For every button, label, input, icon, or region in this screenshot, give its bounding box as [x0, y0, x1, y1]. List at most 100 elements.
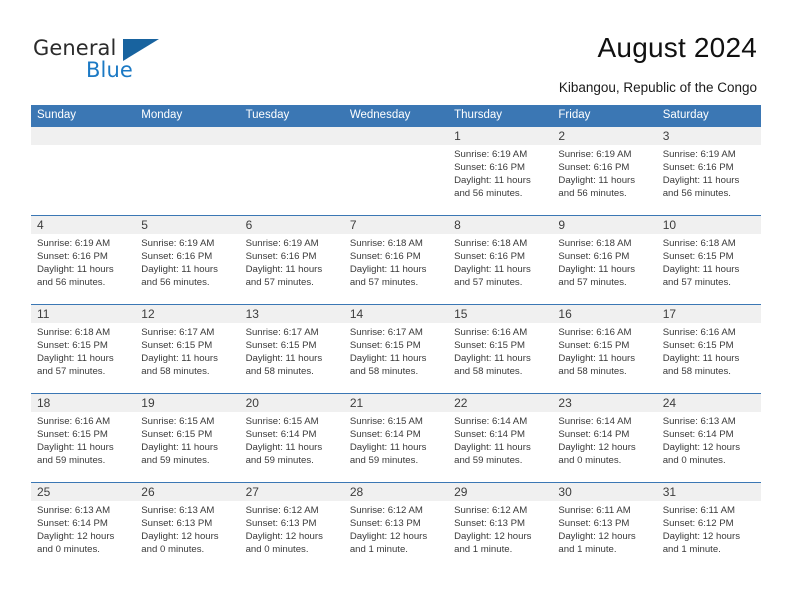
calendar-week-row: 11 Sunrise: 6:18 AM Sunset: 6:15 PM Dayl…	[31, 304, 761, 393]
day-number: 17	[662, 307, 677, 321]
calendar-day-cell[interactable]: 14 Sunrise: 6:17 AM Sunset: 6:15 PM Dayl…	[343, 305, 449, 393]
calendar-day-cell[interactable]: 24 Sunrise: 6:13 AM Sunset: 6:14 PM Dayl…	[656, 394, 761, 482]
daylight-text-line1: Daylight: 11 hours	[349, 353, 427, 365]
day-number: 12	[141, 307, 155, 321]
daylight-text-line2: and 58 minutes.	[454, 366, 523, 378]
calendar-table: Sunday Monday Tuesday Wednesday Thursday…	[31, 105, 761, 571]
calendar-day-cell[interactable]	[343, 127, 449, 215]
daylight-text-line1: Daylight: 11 hours	[558, 264, 636, 276]
daylight-text-line2: and 0 minutes.	[141, 544, 205, 556]
sunset-text: Sunset: 6:16 PM	[662, 162, 734, 174]
calendar-day-cell[interactable]: 1 Sunrise: 6:19 AM Sunset: 6:16 PM Dayli…	[448, 127, 553, 215]
weekday-header-friday: Friday	[558, 109, 591, 121]
calendar-day-cell[interactable]: 21 Sunrise: 6:15 AM Sunset: 6:14 PM Dayl…	[343, 394, 449, 482]
daylight-text-line1: Daylight: 12 hours	[454, 531, 532, 543]
calendar-day-cell[interactable]: 2 Sunrise: 6:19 AM Sunset: 6:16 PM Dayli…	[552, 127, 657, 215]
calendar-day-cell[interactable]: 30 Sunrise: 6:11 AM Sunset: 6:13 PM Dayl…	[552, 483, 657, 571]
daylight-text-line2: and 0 minutes.	[37, 544, 100, 556]
day-number: 14	[349, 307, 364, 321]
daylight-text-line1: Daylight: 11 hours	[454, 353, 531, 365]
sunset-text: Sunset: 6:16 PM	[245, 251, 317, 263]
page-title: August 2024	[597, 32, 757, 63]
daylight-text-line2: and 57 minutes.	[37, 366, 106, 378]
daylight-text-line1: Daylight: 11 hours	[662, 175, 740, 187]
sunset-text: Sunset: 6:15 PM	[141, 429, 213, 441]
daylight-text-line1: Daylight: 12 hours	[558, 442, 636, 454]
page-header: General Blue August 2024 Kibangou, Repub…	[0, 0, 792, 100]
calendar-day-cell[interactable]	[135, 127, 240, 215]
day-number: 11	[37, 307, 50, 321]
daylight-text-line1: Daylight: 12 hours	[245, 531, 323, 543]
day-number: 3	[662, 129, 670, 143]
calendar-day-cell[interactable]: 3 Sunrise: 6:19 AM Sunset: 6:16 PM Dayli…	[656, 127, 761, 215]
daylight-text-line2: and 59 minutes.	[245, 455, 314, 467]
calendar-day-cell[interactable]: 6 Sunrise: 6:19 AM Sunset: 6:16 PM Dayli…	[239, 216, 344, 304]
daylight-text-line1: Daylight: 11 hours	[349, 442, 427, 454]
calendar-day-cell[interactable]: 9 Sunrise: 6:18 AM Sunset: 6:16 PM Dayli…	[552, 216, 657, 304]
day-number: 16	[558, 307, 572, 321]
daylight-text-line2: and 1 minute.	[454, 544, 513, 556]
calendar-day-cell[interactable]: 26 Sunrise: 6:13 AM Sunset: 6:13 PM Dayl…	[135, 483, 240, 571]
day-number: 20	[245, 396, 259, 410]
daylight-text-line2: and 0 minutes.	[558, 455, 622, 467]
day-number: 28	[349, 485, 364, 499]
calendar-day-cell[interactable]: 18 Sunrise: 6:16 AM Sunset: 6:15 PM Dayl…	[31, 394, 136, 482]
sunrise-text: Sunrise: 6:19 AM	[141, 238, 215, 249]
daylight-text-line1: Daylight: 11 hours	[662, 264, 740, 276]
sunset-text: Sunset: 6:13 PM	[454, 518, 526, 530]
calendar-day-cell[interactable]: 8 Sunrise: 6:18 AM Sunset: 6:16 PM Dayli…	[448, 216, 553, 304]
calendar-day-cell[interactable]: 11 Sunrise: 6:18 AM Sunset: 6:15 PM Dayl…	[31, 305, 136, 393]
calendar-day-cell[interactable]: 5 Sunrise: 6:19 AM Sunset: 6:16 PM Dayli…	[135, 216, 240, 304]
calendar-day-cell[interactable]: 15 Sunrise: 6:16 AM Sunset: 6:15 PM Dayl…	[448, 305, 553, 393]
day-number: 24	[662, 396, 677, 410]
daylight-text-line1: Daylight: 11 hours	[37, 353, 114, 365]
calendar-day-cell[interactable]: 28 Sunrise: 6:12 AM Sunset: 6:13 PM Dayl…	[343, 483, 449, 571]
sunset-text: Sunset: 6:14 PM	[558, 429, 630, 441]
daylight-text-line2: and 56 minutes.	[662, 188, 731, 200]
calendar-day-cell[interactable]: 27 Sunrise: 6:12 AM Sunset: 6:13 PM Dayl…	[239, 483, 344, 571]
daylight-text-line1: Daylight: 12 hours	[662, 442, 741, 454]
brand-logo[interactable]: General Blue	[33, 36, 233, 90]
weekday-header-sunday: Sunday	[37, 109, 77, 121]
sunrise-text: Sunrise: 6:19 AM	[662, 149, 736, 160]
day-number: 30	[558, 485, 572, 499]
sunset-text: Sunset: 6:16 PM	[349, 251, 421, 263]
calendar-day-cell[interactable]: 29 Sunrise: 6:12 AM Sunset: 6:13 PM Dayl…	[448, 483, 553, 571]
calendar-day-cell[interactable]: 31 Sunrise: 6:11 AM Sunset: 6:12 PM Dayl…	[656, 483, 761, 571]
sunrise-text: Sunrise: 6:12 AM	[454, 505, 528, 516]
calendar-day-cell[interactable]	[239, 127, 344, 215]
calendar-week-row: 18 Sunrise: 6:16 AM Sunset: 6:15 PM Dayl…	[31, 393, 761, 482]
calendar-day-cell[interactable]	[31, 127, 136, 215]
calendar-day-cell[interactable]: 25 Sunrise: 6:13 AM Sunset: 6:14 PM Dayl…	[31, 483, 136, 571]
weekday-header-wednesday: Wednesday	[349, 109, 411, 121]
daylight-text-line2: and 57 minutes.	[245, 277, 314, 289]
daylight-text-line1: Daylight: 12 hours	[662, 531, 741, 543]
calendar-day-cell[interactable]: 4 Sunrise: 6:19 AM Sunset: 6:16 PM Dayli…	[31, 216, 136, 304]
calendar-day-cell[interactable]: 13 Sunrise: 6:17 AM Sunset: 6:15 PM Dayl…	[239, 305, 344, 393]
calendar-day-cell[interactable]: 16 Sunrise: 6:16 AM Sunset: 6:15 PM Dayl…	[552, 305, 657, 393]
calendar-page: General Blue August 2024 Kibangou, Repub…	[0, 0, 792, 612]
daylight-text-line1: Daylight: 11 hours	[662, 353, 740, 365]
daylight-text-line1: Daylight: 11 hours	[141, 264, 218, 276]
sunrise-text: Sunrise: 6:12 AM	[349, 505, 423, 516]
calendar-day-cell[interactable]: 22 Sunrise: 6:14 AM Sunset: 6:14 PM Dayl…	[448, 394, 553, 482]
calendar-day-cell[interactable]: 7 Sunrise: 6:18 AM Sunset: 6:16 PM Dayli…	[343, 216, 449, 304]
daylight-text-line2: and 59 minutes.	[141, 455, 210, 467]
daylight-text-line1: Daylight: 11 hours	[558, 175, 636, 187]
day-number: 18	[37, 396, 51, 410]
sunrise-text: Sunrise: 6:14 AM	[454, 416, 528, 427]
daylight-text-line2: and 1 minute.	[349, 544, 408, 556]
daylight-text-line2: and 57 minutes.	[558, 277, 627, 289]
day-number: 13	[245, 307, 259, 321]
sunrise-text: Sunrise: 6:18 AM	[558, 238, 632, 249]
calendar-day-cell[interactable]: 12 Sunrise: 6:17 AM Sunset: 6:15 PM Dayl…	[135, 305, 240, 393]
calendar-day-cell[interactable]: 17 Sunrise: 6:16 AM Sunset: 6:15 PM Dayl…	[656, 305, 761, 393]
calendar-day-cell[interactable]: 10 Sunrise: 6:18 AM Sunset: 6:15 PM Dayl…	[656, 216, 761, 304]
daylight-text-line2: and 56 minutes.	[558, 188, 627, 200]
calendar-day-cell[interactable]: 23 Sunrise: 6:14 AM Sunset: 6:14 PM Dayl…	[552, 394, 657, 482]
calendar-week-row: 1 Sunrise: 6:19 AM Sunset: 6:16 PM Dayli…	[31, 126, 761, 215]
calendar-day-cell[interactable]: 19 Sunrise: 6:15 AM Sunset: 6:15 PM Dayl…	[135, 394, 240, 482]
day-number: 19	[141, 396, 155, 410]
sunrise-text: Sunrise: 6:17 AM	[141, 327, 215, 338]
calendar-day-cell[interactable]: 20 Sunrise: 6:15 AM Sunset: 6:14 PM Dayl…	[239, 394, 344, 482]
